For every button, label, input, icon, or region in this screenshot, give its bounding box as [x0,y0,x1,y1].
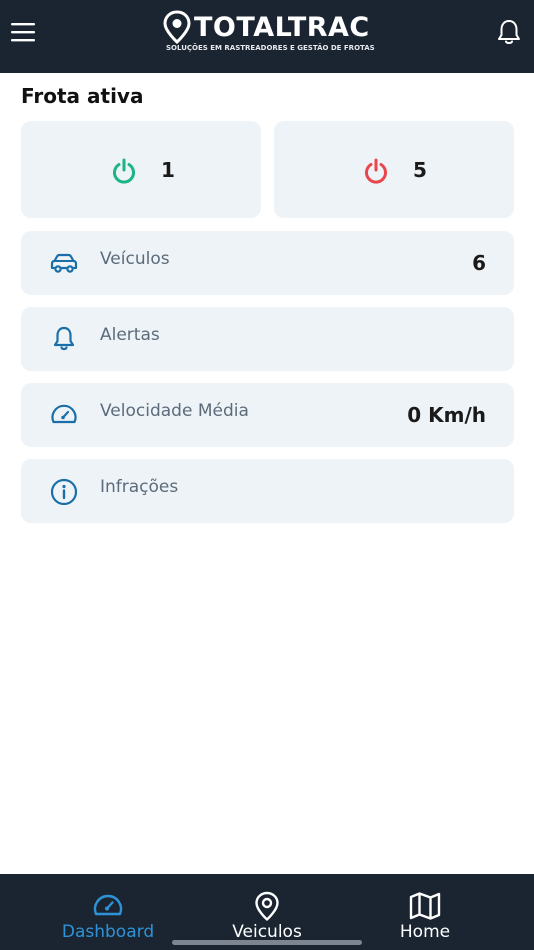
alerts-row[interactable]: Alertas [21,307,514,371]
logo-pin-icon [163,10,191,44]
infractions-row[interactable]: Infrações [21,459,514,523]
alerts-label: Alertas [100,325,160,345]
online-vehicles-card[interactable]: 1 [21,121,261,218]
bell-icon [498,20,520,44]
nav-dashboard[interactable]: Dashboard [38,874,178,950]
nav-home-label: Home [399,922,451,942]
power-icon [113,158,135,184]
app-logo: TOTALTRAC SOLUÇÕES EM RASTREADORES E GES… [162,10,375,58]
speedometer-icon [51,404,77,424]
offline-vehicles-card[interactable]: 5 [274,121,514,218]
nav-dashboard-label: Dashboard [61,922,155,942]
average-speed-value: 0 Km/h [407,403,486,427]
online-count: 1 [161,158,175,182]
speedometer-icon [93,894,123,916]
bell-icon [53,326,75,351]
info-icon [50,478,78,505]
average-speed-row[interactable]: Velocidade Média 0 Km/h [21,383,514,447]
menu-button[interactable] [10,20,38,44]
nav-home[interactable]: Home [355,874,495,950]
car-icon [50,253,78,273]
power-icon [365,158,387,184]
nav-vehicles[interactable]: Veiculos [197,874,337,950]
logo-text: TOTALTRAC [194,12,370,43]
app-header: TOTALTRAC SOLUÇÕES EM RASTREADORES E GES… [0,0,534,73]
offline-count: 5 [413,158,427,182]
vehicles-count: 6 [472,251,486,275]
vehicles-label: Veículos [100,249,170,269]
bottom-navigation: Dashboard Veiculos Home [0,874,534,950]
map-icon [409,892,441,920]
nav-vehicles-label: Veiculos [232,922,302,942]
notifications-button[interactable] [494,17,524,47]
home-indicator [172,940,362,945]
average-speed-label: Velocidade Média [100,401,249,421]
hamburger-menu-icon [11,23,35,42]
location-pin-icon [255,891,279,921]
vehicles-row[interactable]: Veículos 6 [21,231,514,295]
infractions-label: Infrações [100,477,179,497]
page-title: Frota ativa [21,84,144,108]
logo-tagline: SOLUÇÕES EM RASTREADORES E GESTÃO DE FRO… [166,44,375,52]
